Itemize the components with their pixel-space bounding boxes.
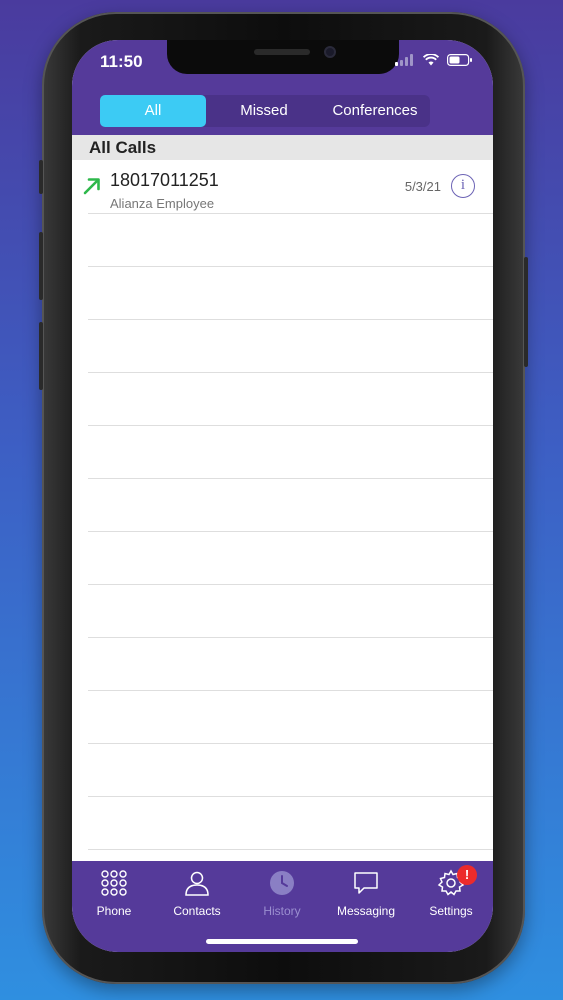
row-divider [88, 796, 493, 797]
chat-bubble-icon [354, 872, 378, 894]
settings-alert-badge: ! [457, 865, 477, 885]
row-divider [88, 531, 493, 532]
row-divider [88, 478, 493, 479]
wifi-icon [423, 54, 439, 66]
row-divider [88, 849, 493, 850]
tab-settings-label: Settings [429, 904, 473, 918]
status-time: 11:50 [100, 52, 143, 71]
tab-phone-label: Phone [96, 904, 132, 918]
tab-history[interactable]: History [240, 869, 324, 918]
tab-messaging-label: Messaging [336, 904, 396, 918]
row-divider [88, 743, 493, 744]
dialpad-icon [101, 870, 127, 896]
row-divider [88, 584, 493, 585]
home-indicator [206, 939, 358, 944]
volume-up-button [39, 232, 43, 300]
tab-conferences[interactable]: Conferences [320, 95, 430, 127]
row-divider [88, 213, 493, 214]
call-history-row[interactable]: 18017011251 Alianza Employee 5/3/21 i [72, 160, 493, 214]
bottom-tab-bar: Phone Contacts History Messaging ! Setti… [72, 861, 493, 952]
section-header-all-calls: All Calls [72, 135, 493, 160]
signal-icon [395, 54, 413, 66]
power-button [524, 257, 528, 367]
tab-contacts[interactable]: Contacts [155, 869, 239, 918]
tab-settings[interactable]: ! Settings [409, 865, 493, 918]
row-divider [88, 266, 493, 267]
outgoing-call-arrow-icon [83, 178, 100, 195]
status-icons [395, 54, 473, 66]
notch [167, 40, 399, 74]
row-divider [88, 690, 493, 691]
tab-all[interactable]: All [100, 95, 206, 127]
clock-icon [270, 871, 294, 895]
tab-missed[interactable]: Missed [212, 95, 316, 127]
row-divider [88, 637, 493, 638]
top-bar: 11:50 All Missed Conferences [72, 40, 493, 135]
info-icon[interactable]: i [451, 174, 475, 198]
row-divider [88, 372, 493, 373]
earpiece-speaker [254, 49, 310, 55]
caller-name: Alianza Employee [110, 196, 215, 211]
contacts-icon [185, 871, 209, 896]
row-divider [88, 425, 493, 426]
call-date: 5/3/21 [404, 179, 441, 194]
phone-screen: 11:50 All Missed Conferences All Calls 1… [72, 40, 493, 952]
mute-switch [39, 160, 43, 194]
battery-icon [447, 54, 472, 66]
call-number: 18017011251 [110, 170, 219, 190]
volume-down-button [39, 322, 43, 390]
tab-phone[interactable]: Phone [72, 869, 156, 918]
front-camera [324, 46, 336, 58]
tab-messaging[interactable]: Messaging [324, 869, 408, 918]
row-divider [88, 319, 493, 320]
tab-history-label: History [263, 904, 301, 918]
tab-contacts-label: Contacts [173, 904, 221, 918]
call-filter-segmented-control: All Missed Conferences [100, 95, 430, 127]
